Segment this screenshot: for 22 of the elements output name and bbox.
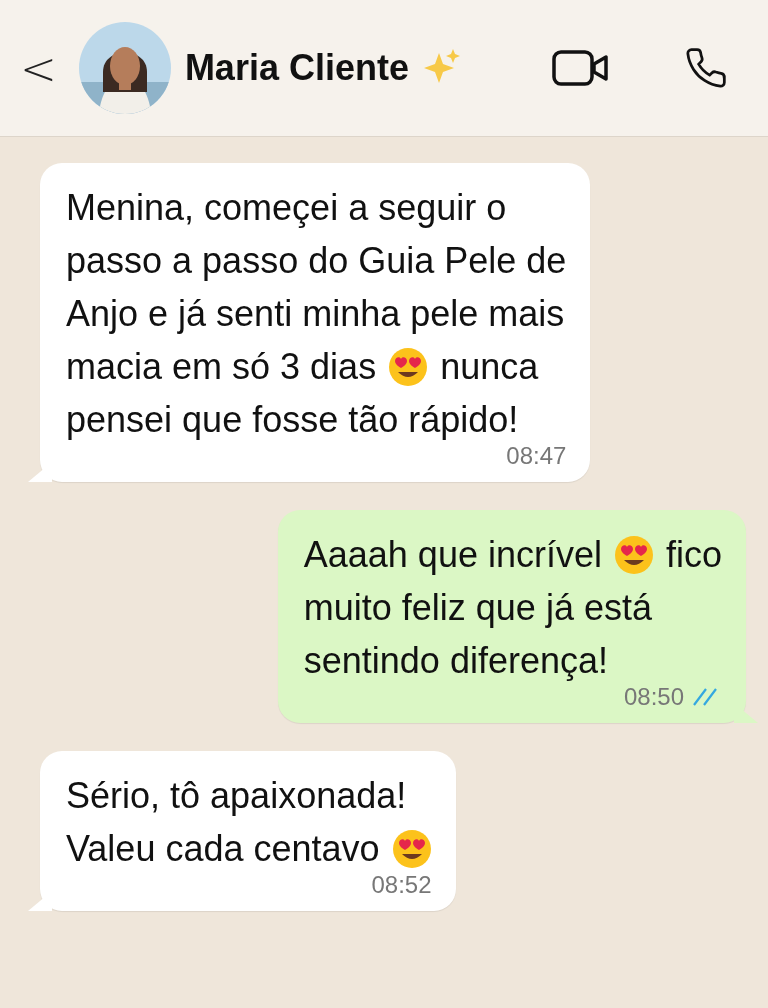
- phone-icon[interactable]: [684, 46, 728, 90]
- video-camera-icon[interactable]: [552, 49, 610, 87]
- message-text: Valeu cada centavo: [66, 827, 380, 871]
- contact-name: Maria Cliente: [184, 47, 409, 89]
- message-time: 08:52: [371, 871, 432, 899]
- message-text: nunca: [440, 345, 539, 389]
- message-text: Aaaah que incrível: [303, 533, 602, 577]
- heart-eyes-face-icon: [388, 346, 429, 387]
- message-text: pensei que fosse tão rápido!: [66, 398, 519, 442]
- message-text: muito feliz que já está: [303, 586, 652, 630]
- message-text: sentindo diferença!: [303, 639, 608, 683]
- message-text: fico: [665, 533, 722, 577]
- message-text: Anjo e já senti minha pele mais: [66, 292, 565, 336]
- message-text: Sério, tô apaixonada!: [66, 774, 407, 818]
- heart-eyes-face-icon: [391, 828, 432, 869]
- back-button[interactable]: <: [12, 42, 65, 94]
- message-time: 08:47: [506, 442, 567, 470]
- message-text: macia em só 3 dias: [66, 345, 377, 389]
- message-text: passo a passo do Guia Pele de: [66, 239, 567, 283]
- message-text: Menina, começei a seguir o: [66, 186, 507, 230]
- heart-eyes-face-icon: [613, 534, 654, 575]
- message-time: 08:50: [623, 683, 684, 711]
